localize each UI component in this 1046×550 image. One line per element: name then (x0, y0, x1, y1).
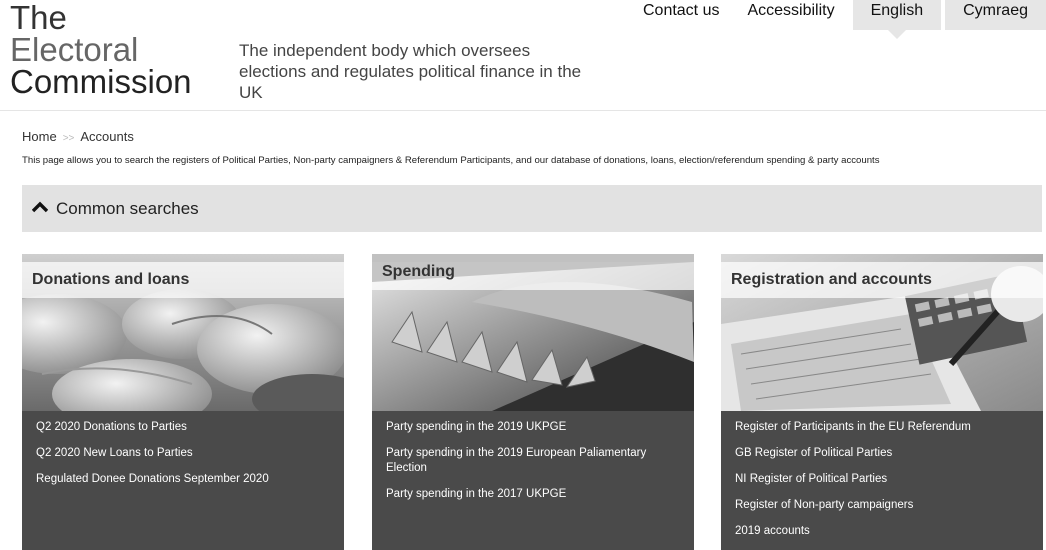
site-logo[interactable]: The Electoral Commission (10, 0, 192, 100)
contact-us-link[interactable]: Contact us (629, 0, 733, 30)
common-searches-label: Common searches (56, 199, 199, 218)
card-links-list: Q2 2020 Donations to Parties Q2 2020 New… (36, 420, 336, 498)
card-link[interactable]: Register of Participants in the EU Refer… (735, 420, 1035, 435)
header-divider (0, 110, 1046, 111)
chevron-up-icon (32, 201, 48, 213)
breadcrumb-home-link[interactable]: Home (22, 129, 57, 144)
card-link[interactable]: Party spending in the 2019 UKPGE (386, 420, 686, 435)
breadcrumb: Home >> Accounts (22, 129, 134, 144)
top-navigation: Contact us Accessibility English Cymraeg (629, 0, 1046, 39)
breadcrumb-current: Accounts (80, 129, 134, 144)
card-links-list: Party spending in the 2019 UKPGE Party s… (386, 420, 686, 513)
card-link[interactable]: Register of Non-party campaigners (735, 498, 1035, 513)
card-link[interactable]: Party spending in the 2019 European Pali… (386, 446, 686, 476)
language-cymraeg-tab[interactable]: Cymraeg (945, 0, 1046, 30)
logo-line-1: The (10, 0, 67, 36)
card-donations-and-loans: Donations and loans Q2 2020 Donations to… (22, 254, 344, 550)
card-registration-and-accounts: Registration and accounts Register of Pa… (721, 254, 1043, 550)
card-link[interactable]: Q2 2020 Donations to Parties (36, 420, 336, 435)
card-link[interactable]: Q2 2020 New Loans to Parties (36, 446, 336, 461)
site-tagline: The independent body which oversees elec… (239, 41, 582, 102)
card-title-bar: Spending (372, 254, 694, 290)
card-title[interactable]: Spending (382, 263, 455, 281)
card-title-bar: Registration and accounts (721, 262, 1043, 298)
language-english-tab[interactable]: English (852, 0, 942, 39)
card-link[interactable]: Regulated Donee Donations September 2020 (36, 472, 336, 487)
card-link[interactable]: NI Register of Political Parties (735, 472, 1035, 487)
card-link[interactable]: GB Register of Political Parties (735, 446, 1035, 461)
card-link[interactable]: Party spending in the 2017 UKPGE (386, 487, 686, 502)
page-intro-text: This page allows you to search the regis… (22, 155, 880, 166)
logo-line-2: Electoral (10, 31, 139, 68)
card-spending: Spending Party spending in the 2019 UKPG… (372, 254, 694, 550)
card-links-list: Register of Participants in the EU Refer… (735, 420, 1035, 550)
card-link[interactable]: 2019 accounts (735, 524, 1035, 539)
card-title[interactable]: Registration and accounts (731, 271, 932, 289)
card-title-bar: Donations and loans (22, 262, 344, 298)
breadcrumb-separator: >> (62, 133, 75, 144)
card-title[interactable]: Donations and loans (32, 271, 189, 289)
logo-line-3: Commission (10, 63, 192, 100)
common-searches-toggle[interactable]: Common searches (22, 185, 1042, 232)
accessibility-link[interactable]: Accessibility (733, 0, 848, 30)
